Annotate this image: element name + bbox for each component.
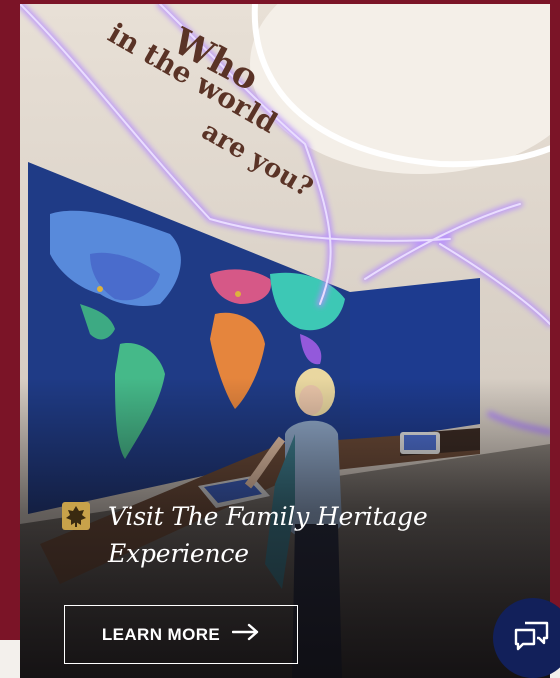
learn-more-button[interactable]: LEARN MORE [64,605,298,664]
learn-more-label: LEARN MORE [101,624,221,644]
leaf-icon [62,502,90,530]
heritage-promo-card[interactable]: Who in the world are you? Visit The Fami… [20,4,550,678]
promo-headline: Visit The Family Heritage Experience [108,498,468,572]
headline-line-2: Experience [108,539,249,568]
headline-line-1: Visit The Family Heritage [108,502,428,531]
arrow-right-icon [231,623,260,646]
